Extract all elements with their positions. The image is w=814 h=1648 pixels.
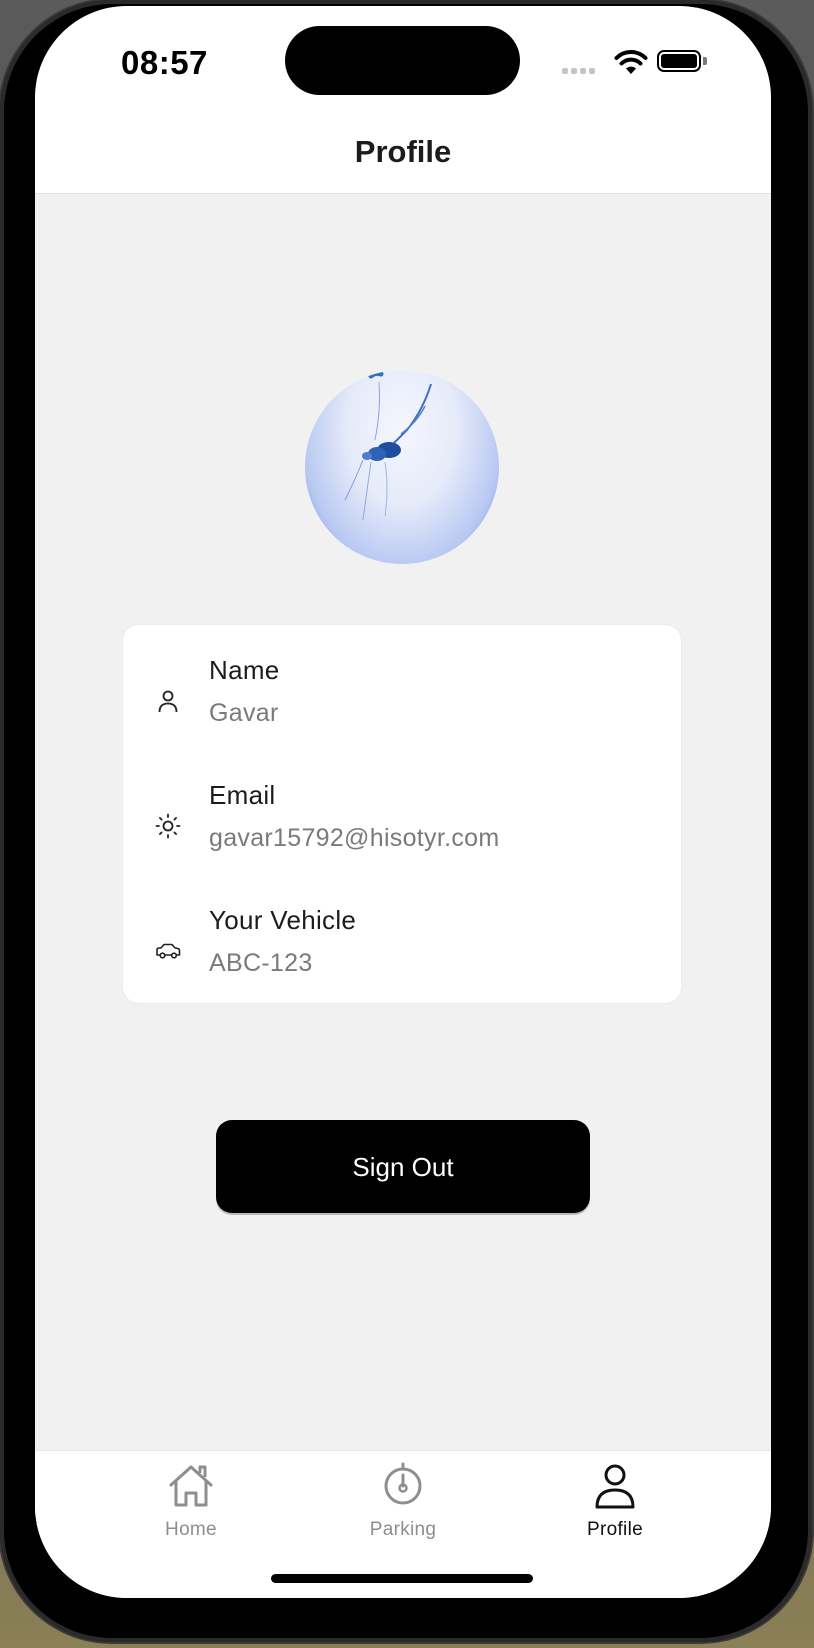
vehicle-value: ABC-123 [209,949,313,977]
name-label: Name [209,655,280,685]
profile-row-name: Name Gavar [123,643,681,753]
tab-home[interactable]: Home [116,1461,266,1561]
profile-row-vehicle: Your Vehicle ABC-123 [123,893,681,1003]
profile-row-email: Email gavar15792@hisotyr.com [123,768,681,878]
email-label: Email [209,780,276,810]
name-value: Gavar [209,699,279,727]
tab-profile[interactable]: Profile [540,1461,690,1561]
tab-home-label: Home [165,1519,217,1540]
phone-frame: 08:57 Profile Name Gavar Email gavar1579… [0,0,812,1642]
home-icon [169,1465,213,1507]
tab-profile-label: Profile [587,1519,643,1540]
car-icon [156,943,181,959]
wifi-icon [614,50,648,74]
profile-info-card: Name Gavar Email gavar15792@hisotyr.com … [123,625,681,1003]
vehicle-label: Your Vehicle [209,905,357,935]
nav-header: Profile [35,106,771,194]
status-time: 08:57 [121,44,208,81]
battery-cap [703,57,707,65]
person-icon [158,690,178,713]
battery-icon [657,50,701,72]
tab-parking-label: Parking [369,1519,437,1540]
avatar[interactable] [305,370,499,564]
person-icon [595,1464,635,1509]
tab-parking[interactable]: Parking [328,1461,478,1561]
sign-out-button[interactable]: Sign Out [216,1120,590,1213]
email-value: gavar15792@hisotyr.com [209,824,500,852]
cellular-signal-icon [562,68,595,74]
gauge-icon [384,1462,422,1505]
sun-icon [155,813,181,839]
jellyfish-photo [344,370,432,521]
page-title: Profile [354,134,452,169]
home-indicator [271,1574,533,1583]
dynamic-island [285,26,520,95]
app-screen: 08:57 Profile Name Gavar Email gavar1579… [35,6,771,1598]
